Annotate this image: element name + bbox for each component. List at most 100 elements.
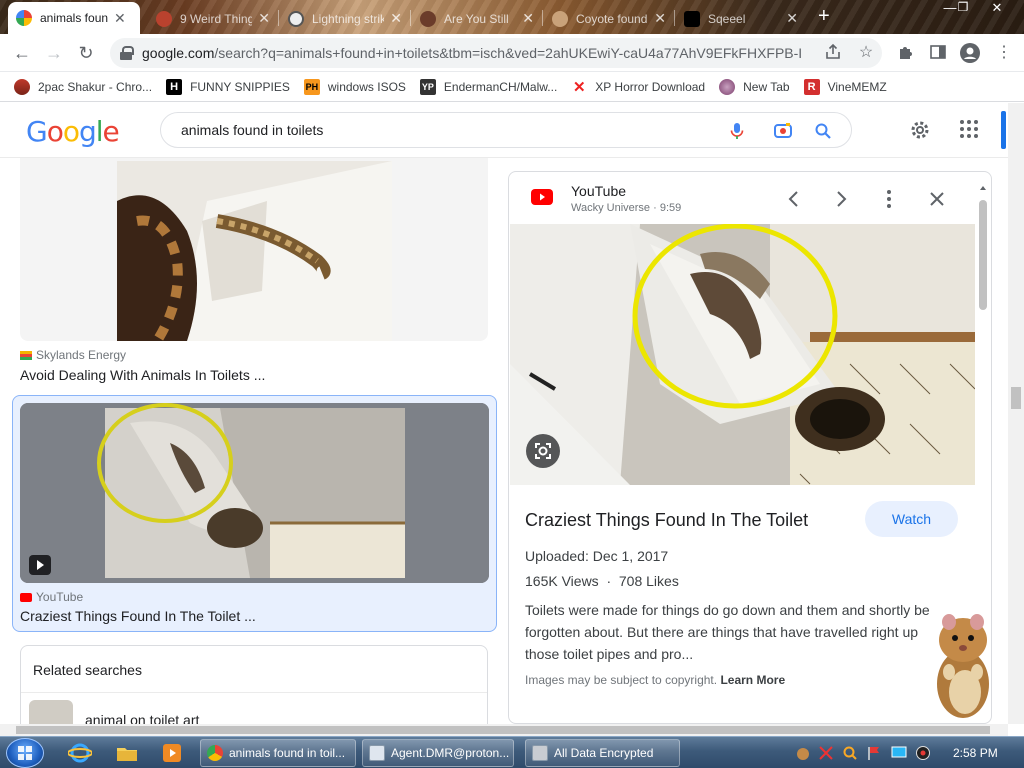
lens-search-icon[interactable] [773, 121, 793, 141]
restore-button[interactable]: ❐ [948, 0, 978, 14]
google-logo[interactable]: Google [26, 115, 120, 148]
bookmark-vinememz[interactable]: R VineMEMZ [803, 78, 887, 95]
new-tab-button[interactable]: + [818, 5, 830, 28]
x-icon: ✕ [572, 78, 586, 96]
page-horizontal-scrollbar[interactable] [0, 724, 1008, 736]
sidebar-icon[interactable] [928, 43, 948, 63]
tray-volume-icon[interactable] [915, 745, 931, 761]
tray-hamster-icon[interactable] [795, 745, 811, 761]
close-tab-icon[interactable]: ✕ [522, 10, 534, 27]
tab-title: animals found in toilets - Google Search [40, 11, 108, 25]
tab-3[interactable]: Lightning strike ✕ [280, 3, 410, 34]
related-searches-panel: Related searches animal on toilet art [20, 645, 488, 724]
close-window-button[interactable]: ✕ [982, 0, 1012, 16]
google-favicon-icon [16, 10, 32, 26]
mail-icon [369, 745, 385, 761]
tab-favicon-icon [552, 10, 568, 27]
skylands-favicon-icon [20, 350, 32, 360]
preview-meta: Wacky Universe · 9:59 [571, 202, 682, 214]
extensions-icon[interactable] [896, 43, 916, 63]
bookmark-funny-snippies[interactable]: H FUNNY SNIPPIES [166, 78, 290, 95]
settings-gear-icon[interactable] [909, 119, 931, 141]
close-tab-icon[interactable]: ✕ [786, 10, 798, 27]
page-vertical-scrollbar[interactable] [1008, 103, 1024, 724]
windows-taskbar: animals found in toil... Agent.DMR@proto… [0, 736, 1024, 768]
tray-magnifier-icon[interactable] [842, 745, 858, 761]
tray-tools-icon[interactable] [818, 745, 834, 761]
taskbar-app-window[interactable]: All Data Encrypted [525, 739, 680, 767]
tab-title: Coyote found [576, 11, 648, 26]
related-heading: Related searches [33, 662, 142, 678]
internet-explorer-icon[interactable] [67, 741, 93, 765]
reload-button[interactable]: ↻ [75, 42, 97, 64]
tray-flag-icon[interactable] [866, 745, 882, 761]
related-thumbnail[interactable] [29, 700, 73, 724]
watch-button[interactable]: Watch [865, 501, 958, 537]
bookmark-new-tab[interactable]: New Tab [719, 78, 790, 95]
back-button[interactable]: ← [11, 42, 33, 64]
browser-titlebar: animals found in toilets - Google Search… [0, 0, 1024, 34]
close-tab-icon[interactable]: ✕ [654, 10, 666, 27]
bookmark-windows-isos[interactable]: PH windows ISOS [303, 78, 406, 95]
close-tab-icon[interactable]: ✕ [390, 10, 402, 27]
file-explorer-icon[interactable] [115, 741, 139, 765]
close-tab-icon[interactable]: ✕ [114, 10, 126, 27]
learn-more-link[interactable]: Learn More [720, 673, 785, 687]
toilet-video-thumbnail[interactable] [20, 403, 489, 583]
search-box[interactable] [160, 112, 852, 148]
related-item[interactable]: animal on toilet art [85, 712, 199, 724]
menu-dots-icon[interactable]: ⋮ [994, 43, 1014, 63]
url-text: google.com/search?q=animals+found+in+toi… [142, 45, 802, 61]
preview-panel: YouTube Wacky Universe · 9:59 Craziest T… [508, 171, 992, 724]
snake-toilet-thumbnail[interactable] [117, 161, 392, 341]
search-input[interactable] [181, 122, 701, 138]
profile-avatar-icon[interactable] [960, 43, 980, 63]
taskbar-clock[interactable]: 2:58 PM [953, 746, 998, 760]
tab-4[interactable]: Are You Still ✕ [412, 3, 542, 34]
search-icon[interactable] [813, 121, 833, 141]
next-arrow-icon[interactable] [829, 187, 853, 211]
google-apps-icon[interactable] [959, 119, 981, 141]
tab-2[interactable]: 9 Weird Things ✕ [148, 3, 278, 34]
tab-6[interactable]: Sqeeel ✕ [676, 3, 806, 34]
previous-arrow-icon[interactable] [782, 187, 806, 211]
preview-title[interactable]: Craziest Things Found In The Toilet [525, 510, 808, 531]
tab-favicon-icon [420, 10, 436, 27]
forward-button[interactable]: → [43, 42, 65, 64]
close-tab-icon[interactable]: ✕ [258, 10, 270, 27]
tab-5[interactable]: Coyote found ✕ [544, 3, 674, 34]
bookmark-xp-horror[interactable]: ✕ XP Horror Download [571, 78, 705, 96]
preview-image[interactable] [510, 224, 975, 485]
address-bar[interactable]: google.com/search?q=animals+found+in+toi… [110, 38, 882, 68]
video-play-badge [29, 555, 51, 575]
hamster-desktop-pet[interactable] [919, 612, 991, 720]
bookmark-star-icon[interactable]: ☆ [856, 43, 876, 63]
tab-separator [542, 10, 543, 26]
taskbar-app-mail[interactable]: Agent.DMR@proton... [362, 739, 514, 767]
result-title[interactable]: Avoid Dealing With Animals In Toilets ..… [20, 367, 265, 383]
video-description: Toilets were made for things do go down … [525, 602, 930, 662]
youtube-favicon-icon [20, 592, 32, 602]
more-options-icon[interactable] [877, 187, 901, 211]
tab-separator [674, 10, 675, 26]
voice-search-icon[interactable] [727, 121, 747, 141]
preview-source[interactable]: YouTube [571, 183, 626, 199]
upload-date: Uploaded: Dec 1, 2017 [525, 548, 669, 564]
close-preview-icon[interactable] [925, 187, 949, 211]
tab-active[interactable]: animals found in toilets - Google Search… [8, 2, 140, 34]
taskbar-app-chrome[interactable]: animals found in toil... [200, 739, 356, 767]
bookmark-2pac[interactable]: 2pac Shakur - Chro... [14, 78, 152, 95]
tab-separator [278, 10, 279, 26]
tab-title: Lightning strike [312, 11, 385, 26]
result-title[interactable]: Craziest Things Found In The Toilet ... [20, 608, 256, 624]
lens-search-icon[interactable] [526, 434, 560, 468]
bookmark-endermanch[interactable]: YP EndermanCH/Malw... [419, 78, 557, 95]
browser-toolbar: ← → ↻ google.com/search?q=animals+found+… [0, 34, 1024, 72]
scroll-thumb[interactable] [16, 726, 990, 734]
h-icon: H [166, 78, 183, 95]
share-icon[interactable] [823, 43, 843, 63]
start-button[interactable] [6, 738, 44, 768]
scroll-thumb[interactable] [1011, 387, 1021, 409]
tray-monitor-icon[interactable] [891, 745, 907, 761]
media-player-icon[interactable] [160, 741, 184, 765]
